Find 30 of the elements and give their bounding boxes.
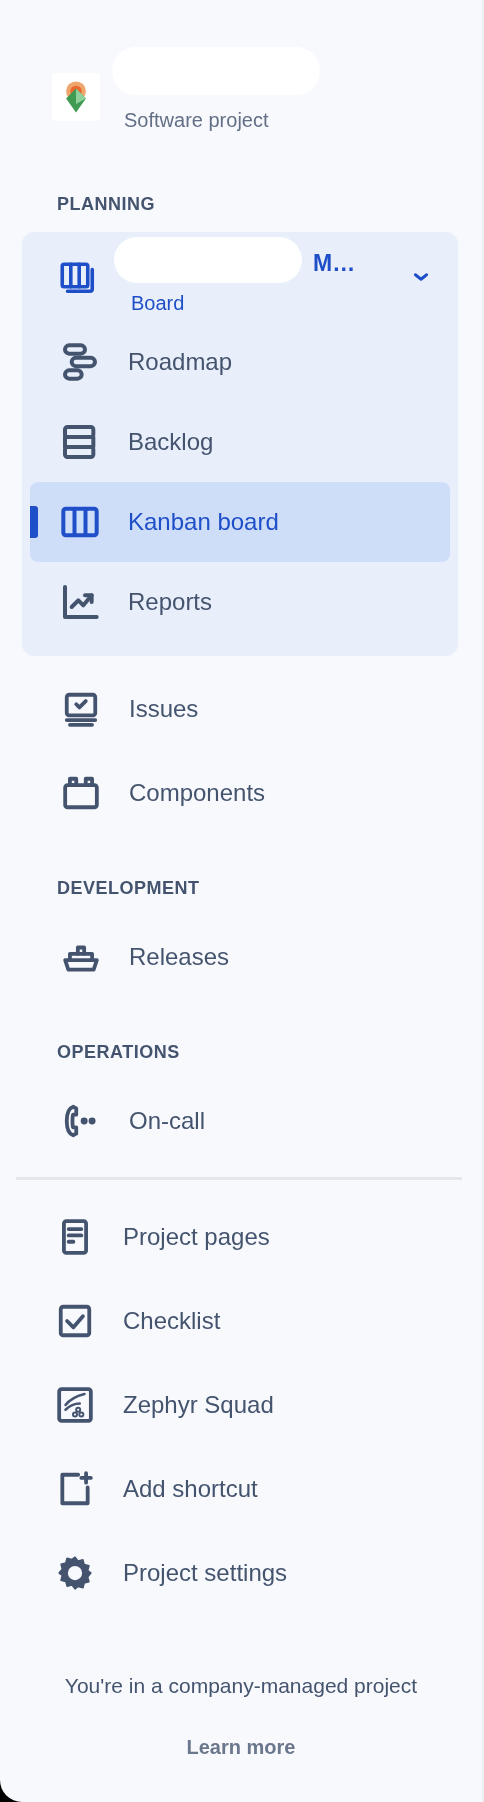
nav-item[interactable]: On-call: [30, 1079, 458, 1163]
section-heading: PLANNING: [56, 193, 156, 216]
project-type: Software project: [124, 108, 269, 133]
nav-item[interactable]: Issues: [30, 667, 458, 751]
shortcut-item[interactable]: Project pages: [30, 1195, 458, 1279]
learn-more-link[interactable]: Learn more: [186, 1731, 296, 1762]
nav-item[interactable]: Roadmap: [30, 322, 450, 402]
section-heading: DEVELOPMENT: [56, 877, 201, 900]
shortcut-item[interactable]: Add shortcut: [30, 1447, 458, 1531]
shortcut-item[interactable]: Checklist: [30, 1279, 458, 1363]
checkbox-icon: [56, 1302, 94, 1340]
nav-item[interactable]: Releases: [30, 915, 458, 999]
footer-text: You're in a company-managed project: [64, 1673, 418, 1699]
nav-item[interactable]: Kanban board: [30, 482, 450, 562]
shortcut-item[interactable]: Project settings: [30, 1531, 458, 1615]
nav-item[interactable]: Reports: [30, 562, 450, 642]
selection-indicator: [30, 506, 38, 538]
board-title: M…: [313, 249, 356, 278]
nav-item[interactable]: Components: [30, 751, 458, 835]
feather-icon: [56, 1386, 94, 1424]
project-logo: [52, 73, 100, 121]
shortcut-item[interactable]: Zephyr Squad: [30, 1363, 458, 1447]
component-icon: [62, 774, 100, 812]
board-subtitle: Board: [131, 291, 185, 316]
chart-icon: [60, 582, 100, 622]
monitor-check-icon: [62, 690, 100, 728]
gear-icon: [56, 1554, 94, 1592]
nav-item[interactable]: Backlog: [30, 402, 450, 482]
section-heading: OPERATIONS: [56, 1041, 181, 1064]
roadmap-icon: [60, 342, 100, 382]
